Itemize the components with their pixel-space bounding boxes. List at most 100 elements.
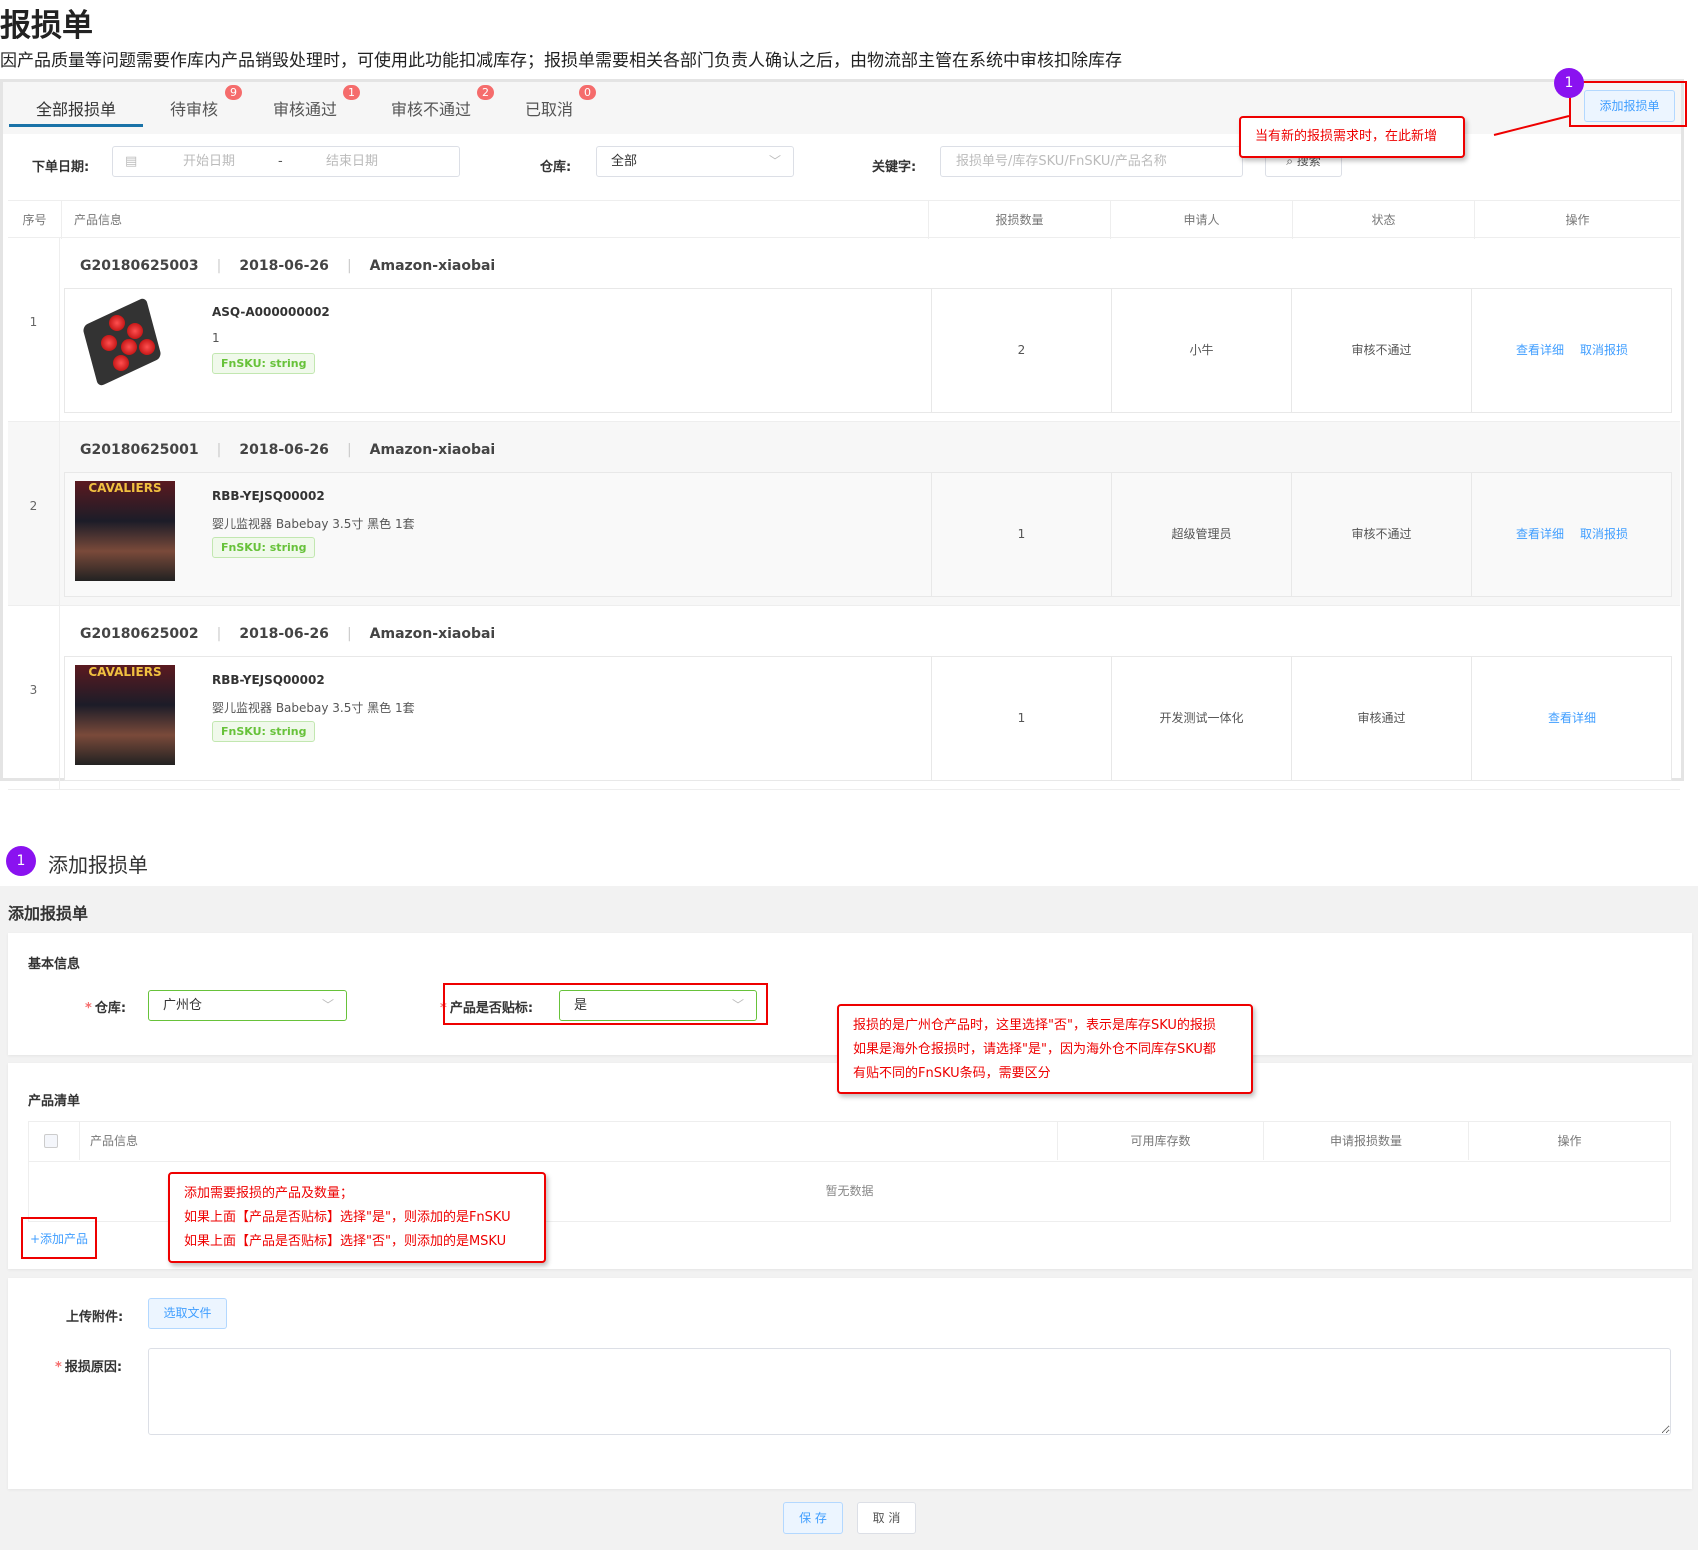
poster-text: CAVALIERS	[88, 481, 162, 495]
applicant: 小牛	[1111, 289, 1291, 412]
chevron-down-icon: ﹀	[321, 998, 334, 1012]
form-warehouse-value: 广州仓	[163, 998, 203, 1013]
basic-info-title: 基本信息	[28, 957, 81, 972]
upload-label: 上传附件:	[66, 1310, 124, 1325]
poster-text: CAVALIERS	[88, 665, 162, 679]
callout-line: 如果上面【产品是否贴标】选择"否"，则添加的是MSKU	[184, 1234, 507, 1249]
warehouse-select[interactable]: 全部 ﹀	[596, 146, 794, 177]
product-name: 1	[212, 331, 220, 345]
loss-qty: 1	[931, 473, 1111, 596]
highlight-box	[21, 1217, 97, 1259]
col-product-info: 产品信息	[79, 1122, 1057, 1160]
order-number: G20180625001	[80, 442, 199, 458]
order-header: G20180625002 | 2018-06-26 | Amazon-xiaobai	[80, 626, 496, 642]
applicant: 开发测试一体化	[1111, 657, 1291, 780]
callout-line: 添加需要报损的产品及数量；	[184, 1186, 354, 1201]
col-product-actions: 操作	[1468, 1122, 1670, 1160]
badge-pending: 9	[225, 85, 242, 100]
order-header: G20180625001 | 2018-06-26 | Amazon-xiaobai	[80, 442, 496, 458]
date-label: 下单日期:	[32, 160, 90, 175]
row-actions: 查看详细 取消报损	[1471, 473, 1672, 596]
section-step-marker: 1	[6, 846, 36, 876]
date-range-input[interactable]: ▤ 开始日期 - 结束日期	[112, 146, 460, 177]
form-warehouse-select[interactable]: 广州仓 ﹀	[148, 990, 347, 1021]
table-row: 1 G20180625003 | 2018-06-26 | Amazon-xiaobai…	[8, 238, 1680, 422]
active-tab-indicator	[9, 124, 143, 127]
calendar-icon: ▤	[125, 154, 138, 169]
reason-label: * 报损原因:	[55, 1360, 123, 1375]
table-row: 2 G20180625001 | 2018-06-26 | Amazon-xiaobai…	[8, 422, 1680, 606]
attachment-card: 上传附件: 选取文件 * 报损原因:	[8, 1278, 1692, 1489]
status: 审核通过	[1291, 657, 1471, 780]
save-button[interactable]: 保 存	[783, 1502, 843, 1534]
tab-cancelled[interactable]: 已取消	[525, 96, 573, 120]
chevron-down-icon: ﹀	[768, 154, 781, 168]
table-header: 序号 产品信息 报损数量 申请人 状态 操作	[8, 200, 1680, 239]
end-date[interactable]: 结束日期	[326, 147, 378, 176]
status: 审核不通过	[1291, 473, 1471, 596]
order-date: 2018-06-26	[239, 626, 329, 642]
col-request-qty: 申请报损数量	[1263, 1122, 1468, 1160]
row-index: 3	[29, 683, 38, 697]
reason-textarea[interactable]	[148, 1348, 1671, 1435]
warehouse-value: 全部	[611, 154, 638, 169]
col-applicant: 申请人	[1110, 201, 1292, 239]
callout-line: 如果上面【产品是否贴标】选择"是"，则添加的是FnSKU	[184, 1210, 511, 1225]
product-table-header: 产品信息 可用库存数 申请报损数量 操作	[29, 1122, 1670, 1162]
order-number: G20180625003	[80, 258, 199, 274]
order-header: G20180625003 | 2018-06-26 | Amazon-xiaobai	[80, 258, 496, 274]
badge-cancelled: 0	[579, 85, 596, 100]
tab-approved[interactable]: 审核通过	[273, 96, 337, 120]
cancel-loss-link[interactable]: 取消报损	[1580, 527, 1628, 541]
shop-name: Amazon-xiaobai	[369, 442, 496, 458]
order-date: 2018-06-26	[239, 258, 329, 274]
table-row: 3 G20180625002 | 2018-06-26 | Amazon-xiaobai…	[8, 606, 1680, 790]
fnsku-tag: FnSKU: string	[212, 353, 316, 374]
fnsku-tag: FnSKU: string	[212, 721, 316, 742]
shop-name: Amazon-xiaobai	[369, 626, 496, 642]
product-sku: RBB-YEJSQ00002	[212, 489, 325, 503]
row-index: 1	[29, 315, 38, 329]
tab-pending[interactable]: 待审核	[170, 96, 218, 120]
fnsku-tag: FnSKU: string	[212, 537, 316, 558]
warehouse-label: 仓库:	[540, 160, 572, 175]
product-sku: ASQ-A000000002	[212, 305, 330, 319]
product-name: 婴儿监视器 Babebay 3.5寸 黑色 1套	[212, 517, 415, 531]
col-product: 产品信息	[61, 201, 928, 239]
loss-qty: 2	[931, 289, 1111, 412]
callout-label-flag: 报损的是广州仓产品时，这里选择"否"，表示是库存SKU的报损 如果是海外仓报损时…	[837, 1004, 1253, 1094]
select-all-checkbox[interactable]	[44, 1134, 58, 1148]
cancel-loss-link[interactable]: 取消报损	[1580, 343, 1628, 357]
start-date[interactable]: 开始日期	[183, 147, 235, 176]
view-detail-link[interactable]: 查看详细	[1516, 343, 1564, 357]
callout-line: 报损的是广州仓产品时，这里选择"否"，表示是库存SKU的报损	[853, 1018, 1216, 1033]
add-loss-order-button[interactable]: 添加报损单	[1584, 90, 1675, 122]
view-detail-link[interactable]: 查看详细	[1548, 711, 1596, 725]
date-separator: -	[278, 154, 283, 169]
tab-all[interactable]: 全部报损单	[36, 96, 116, 120]
order-item: ASQ-A000000002 1 FnSKU: string 2 小牛 审核不通…	[64, 288, 1672, 413]
page-title: 报损单	[0, 8, 93, 44]
keyword-label: 关键字:	[872, 160, 917, 175]
list-panel: 全部报损单 待审核 9 审核通过 1 审核不通过 2 已取消 0 下单日期: ▤…	[0, 68, 1687, 790]
choose-file-button[interactable]: 选取文件	[148, 1298, 227, 1329]
col-index: 序号	[22, 213, 47, 227]
order-item: CAVALIERS RBB-YEJSQ00002 婴儿监视器 Babebay 3…	[64, 656, 1672, 781]
col-qty: 报损数量	[928, 201, 1110, 239]
row-actions: 查看详细 取消报损	[1471, 289, 1672, 412]
view-detail-link[interactable]: 查看详细	[1516, 527, 1564, 541]
cancel-button[interactable]: 取 消	[857, 1502, 916, 1534]
col-actions: 操作	[1474, 201, 1680, 239]
keyword-input[interactable]: 报损单号/库存SKU/FnSKU/产品名称	[940, 146, 1243, 177]
product-sku: RBB-YEJSQ00002	[212, 673, 325, 687]
order-number: G20180625002	[80, 626, 199, 642]
loss-qty: 1	[931, 657, 1111, 780]
tab-rejected[interactable]: 审核不通过	[391, 96, 471, 120]
callout-add-product: 添加需要报损的产品及数量； 如果上面【产品是否贴标】选择"是"，则添加的是FnS…	[168, 1172, 546, 1263]
product-image: CAVALIERS	[75, 481, 175, 581]
status: 审核不通过	[1291, 289, 1471, 412]
order-item: CAVALIERS RBB-YEJSQ00002 婴儿监视器 Babebay 3…	[64, 472, 1672, 597]
product-image: CAVALIERS	[75, 665, 175, 765]
step-marker: 1	[1554, 68, 1584, 98]
row-index: 2	[29, 499, 38, 513]
